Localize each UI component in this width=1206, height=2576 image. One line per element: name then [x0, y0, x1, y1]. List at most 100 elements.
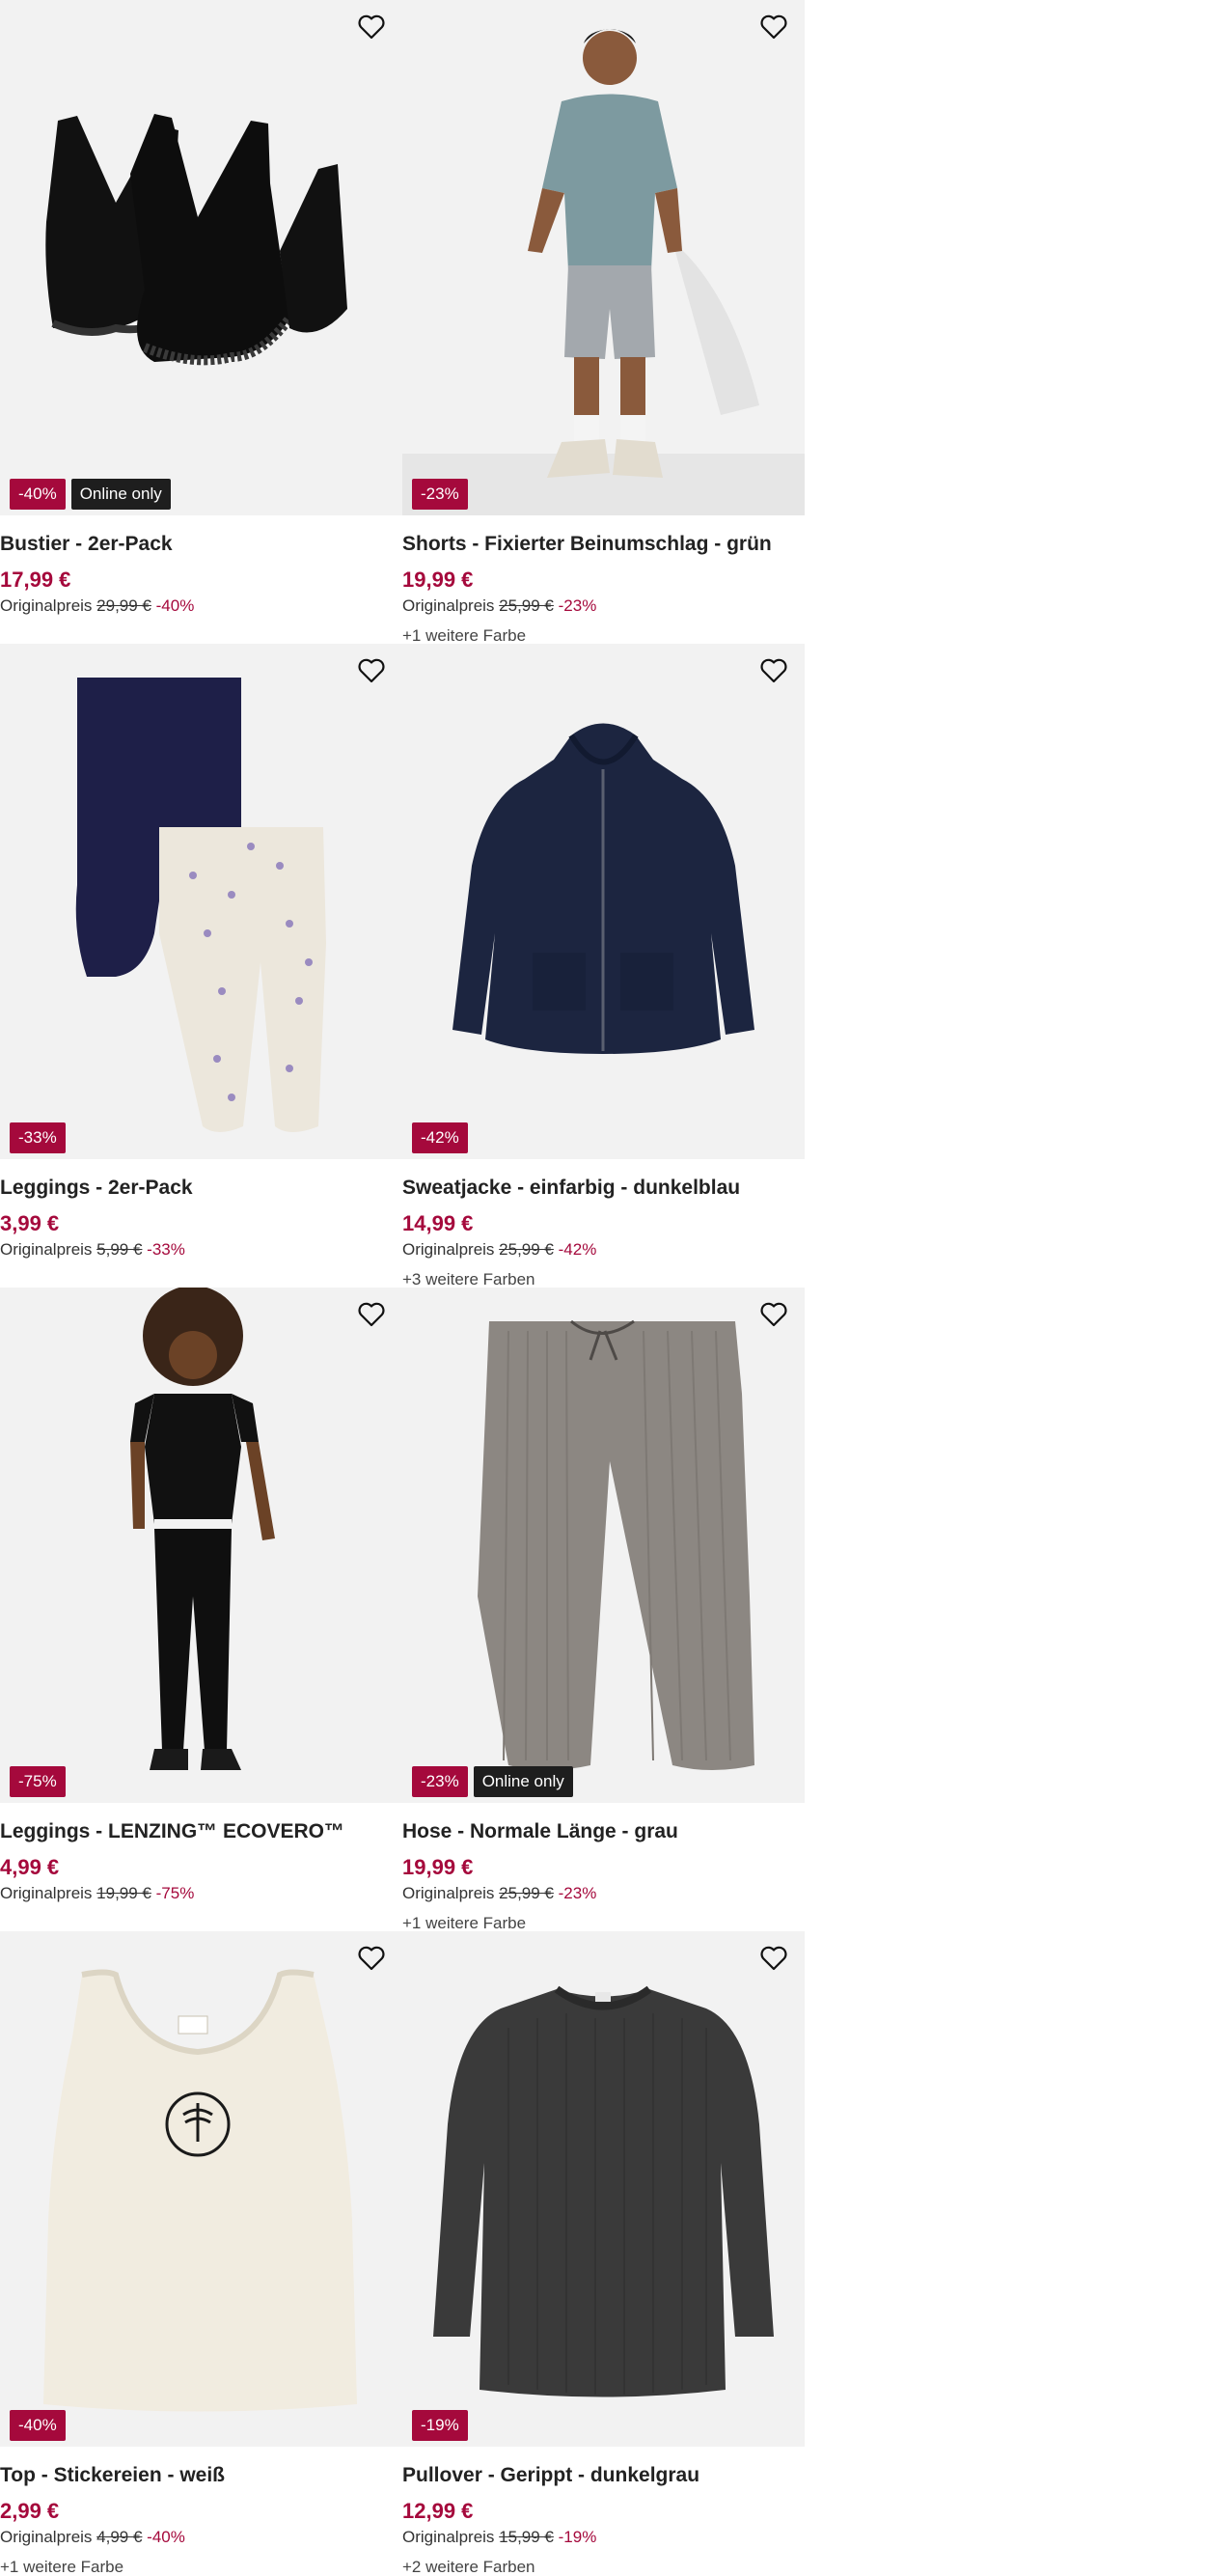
sale-price: 19,99 € — [402, 568, 474, 592]
original-price: 25,99 € — [499, 596, 554, 615]
original-price-line: Originalpreis 29,99 € -40% — [0, 596, 402, 618]
product-card[interactable]: -23% Online only Hose - Normale Länge - … — [402, 1288, 805, 1932]
product-image[interactable]: -75% — [0, 1288, 402, 1803]
sale-price: 4,99 € — [0, 1855, 60, 1879]
product-title[interactable]: Top - Stickereien - weiß — [0, 2464, 402, 2489]
wishlist-heart-icon[interactable] — [758, 1943, 789, 1974]
discount-percent: -75% — [155, 1884, 195, 1902]
original-price-label: Originalpreis — [0, 2528, 93, 2546]
product-title[interactable]: Hose - Normale Länge - grau — [402, 1820, 805, 1845]
trousers-illustration — [478, 1319, 754, 1770]
discount-badge: -75% — [10, 1766, 66, 1797]
original-price-line: Originalpreis 25,99 € -23% — [402, 1884, 805, 1905]
sale-price: 12,99 € — [402, 2499, 474, 2523]
original-price-line: Originalpreis 5,99 € -33% — [0, 1240, 402, 1261]
product-image[interactable]: -23% — [402, 0, 805, 515]
discount-percent: -42% — [558, 1240, 597, 1259]
original-price: 15,99 € — [499, 2528, 554, 2546]
more-colors-link[interactable]: +1 weitere Farbe — [0, 2558, 402, 2576]
original-price-line: Originalpreis 19,99 € -75% — [0, 1884, 402, 1905]
pullover-illustration — [433, 1985, 774, 2397]
product-image[interactable]: -40% — [0, 1931, 402, 2447]
leggings-pack-illustration — [75, 678, 326, 1132]
product-info: Leggings - LENZING™ ECOVERO™ 4,99 € Orig… — [0, 1820, 402, 1905]
original-price: 4,99 € — [96, 2528, 143, 2546]
product-image[interactable]: -19% — [402, 1931, 805, 2447]
product-info: Bustier - 2er-Pack 17,99 € Originalpreis… — [0, 533, 402, 618]
wishlist-heart-icon[interactable] — [758, 1299, 789, 1330]
original-price: 19,99 € — [96, 1884, 151, 1902]
product-image[interactable]: -23% Online only — [402, 1288, 805, 1803]
product-title[interactable]: Bustier - 2er-Pack — [0, 533, 402, 558]
badge-group: -40% — [10, 2410, 66, 2441]
sale-price: 2,99 € — [0, 2499, 60, 2523]
discount-percent: -40% — [147, 2528, 185, 2546]
original-price-label: Originalpreis — [402, 1884, 495, 1902]
discount-percent: -40% — [155, 596, 195, 615]
product-title[interactable]: Leggings - 2er-Pack — [0, 1177, 402, 1202]
discount-badge: -40% — [10, 2410, 66, 2441]
product-title[interactable]: Shorts - Fixierter Beinumschlag - grün — [402, 533, 805, 558]
original-price-label: Originalpreis — [402, 2528, 495, 2546]
badge-group: -23% — [412, 479, 468, 510]
discount-badge: -23% — [412, 479, 468, 510]
original-price: 5,99 € — [96, 1240, 143, 1259]
original-price-line: Originalpreis 15,99 € -19% — [402, 2528, 805, 2549]
product-card[interactable]: -40% Top - Stickereien - weiß 2,99 € Ori… — [0, 1931, 402, 2576]
tank-top-illustration — [43, 1969, 357, 2412]
sale-price: 3,99 € — [0, 1211, 60, 1235]
discount-badge: -19% — [412, 2410, 468, 2441]
product-card[interactable]: -75% Leggings - LENZING™ ECOVERO™ 4,99 €… — [0, 1288, 402, 1931]
online-only-badge: Online only — [473, 1766, 573, 1797]
product-card[interactable]: -23% Shorts - Fixierter Beinumschlag - g… — [402, 0, 805, 645]
discount-percent: -33% — [147, 1240, 185, 1259]
discount-badge: -40% — [10, 479, 66, 510]
wishlist-heart-icon[interactable] — [356, 1299, 387, 1330]
discount-badge: -23% — [412, 1766, 468, 1797]
product-image[interactable]: -40% Online only — [0, 0, 402, 515]
leggings-model-illustration — [130, 1288, 275, 1770]
badge-group: -19% — [412, 2410, 468, 2441]
product-info: Hose - Normale Länge - grau 19,99 € Orig… — [402, 1820, 805, 1935]
product-info: Pullover - Gerippt - dunkelgrau 12,99 € … — [402, 2464, 805, 2576]
product-image[interactable]: -33% — [0, 644, 402, 1159]
product-info: Leggings - 2er-Pack 3,99 € Originalpreis… — [0, 1177, 402, 1261]
discount-percent: -23% — [558, 596, 597, 615]
bustier-illustration — [45, 114, 347, 366]
wishlist-heart-icon[interactable] — [758, 12, 789, 42]
badge-group: -23% Online only — [412, 1766, 573, 1797]
original-price: 25,99 € — [499, 1240, 554, 1259]
product-info: Top - Stickereien - weiß 2,99 € Original… — [0, 2464, 402, 2576]
discount-badge: -33% — [10, 1122, 66, 1153]
original-price-label: Originalpreis — [0, 596, 93, 615]
badge-group: -42% — [412, 1122, 468, 1153]
original-price-line: Originalpreis 4,99 € -40% — [0, 2528, 402, 2549]
product-title[interactable]: Sweatjacke - einfarbig - dunkelblau — [402, 1177, 805, 1202]
badge-group: -33% — [10, 1122, 66, 1153]
shorts-model-illustration — [402, 29, 805, 515]
badge-group: -40% Online only — [10, 479, 171, 510]
hoodie-illustration — [452, 723, 754, 1054]
original-price-label: Originalpreis — [0, 1240, 93, 1259]
badge-group: -75% — [10, 1766, 66, 1797]
sale-price: 19,99 € — [402, 1855, 474, 1879]
product-title[interactable]: Pullover - Gerippt - dunkelgrau — [402, 2464, 805, 2489]
wishlist-heart-icon[interactable] — [356, 1943, 387, 1974]
wishlist-heart-icon[interactable] — [356, 655, 387, 686]
wishlist-heart-icon[interactable] — [356, 12, 387, 42]
discount-percent: -19% — [558, 2528, 597, 2546]
original-price-line: Originalpreis 25,99 € -23% — [402, 596, 805, 618]
product-image[interactable]: -42% — [402, 644, 805, 1159]
product-info: Shorts - Fixierter Beinumschlag - grün 1… — [402, 533, 805, 648]
more-colors-link[interactable]: +2 weitere Farben — [402, 2558, 805, 2576]
discount-percent: -23% — [558, 1884, 597, 1902]
original-price-label: Originalpreis — [402, 596, 495, 615]
product-card[interactable]: -42% Sweatjacke - einfarbig - dunkelblau… — [402, 644, 805, 1288]
product-card[interactable]: -33% Leggings - 2er-Pack 3,99 € Original… — [0, 644, 402, 1288]
product-title[interactable]: Leggings - LENZING™ ECOVERO™ — [0, 1820, 402, 1845]
product-card[interactable]: -40% Online only Bustier - 2er-Pack 17,9… — [0, 0, 402, 644]
product-card[interactable]: -19% Pullover - Gerippt - dunkelgrau 12,… — [402, 1931, 805, 2576]
product-info: Sweatjacke - einfarbig - dunkelblau 14,9… — [402, 1177, 805, 1291]
sale-price: 17,99 € — [0, 568, 71, 592]
wishlist-heart-icon[interactable] — [758, 655, 789, 686]
